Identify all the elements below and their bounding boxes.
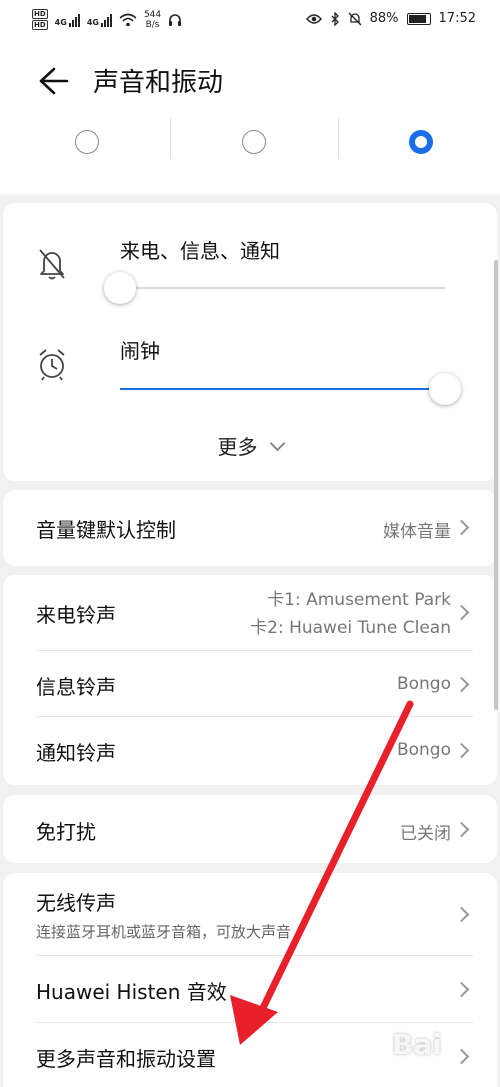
message-ringtone-row[interactable]: 信息铃声 Bongo (3, 651, 497, 717)
wireless-label: 无线传声 (36, 891, 116, 915)
notification-ringtone-row[interactable]: 通知铃声 Bongo (3, 717, 497, 783)
call-ringtone-row[interactable]: 来电铃声 卡1: Amusement Park 卡2: Huawei Tune … (3, 575, 497, 651)
wireless-subtitle: 连接蓝牙耳机或蓝牙音箱，可放大声音 (36, 923, 292, 941)
signal-sim1-icon: 4G (55, 13, 80, 27)
title-bar: 声音和振动 (0, 42, 500, 120)
bluetooth-icon (331, 11, 339, 26)
ring-volume-track[interactable] (120, 287, 445, 289)
dnd-value: 已关闭 (400, 824, 451, 844)
clock: 17:52 (438, 11, 476, 26)
more-volume-button[interactable]: 更多 (3, 431, 497, 460)
chevron-right-icon (453, 676, 470, 693)
network-speed: 544 B/s (143, 9, 162, 30)
histen-row[interactable]: Huawei Histen 音效 (3, 956, 497, 1022)
ring-volume-thumb[interactable] (104, 272, 136, 304)
chevron-right-icon (453, 604, 470, 621)
chevron-right-icon (453, 906, 470, 923)
volume-key-row[interactable]: 音量键默认控制 媒体音量 (3, 490, 497, 566)
divider (338, 118, 339, 158)
histen-label: Huawei Histen 音效 (36, 980, 227, 1004)
sim2-ringtone: 卡2: Huawei Tune Clean (250, 618, 451, 638)
alarm-volume-fill (120, 388, 445, 390)
volume-card: 来电、信息、通知 闹钟 更多 (3, 203, 497, 481)
ring-volume-label: 来电、信息、通知 (120, 239, 280, 263)
back-arrow-icon[interactable] (36, 64, 70, 98)
ringtones-card: 来电铃声 卡1: Amusement Park 卡2: Huawei Tune … (3, 575, 497, 785)
dnd-label: 免打扰 (36, 820, 96, 844)
dnd-card: 免打扰 已关闭 (3, 795, 497, 863)
sound-mode-radio-1[interactable] (75, 130, 99, 154)
volume-key-value: 媒体音量 (383, 522, 451, 542)
bell-off-icon (39, 249, 65, 280)
sound-mode-radio-3[interactable] (409, 130, 433, 154)
alarm-volume-thumb[interactable] (429, 373, 461, 405)
chevron-down-icon (269, 435, 285, 452)
headset-icon (169, 13, 182, 26)
chevron-right-icon (453, 742, 470, 759)
sound-mode-radio-2[interactable] (242, 130, 266, 154)
chevron-right-icon (453, 821, 470, 838)
scrollbar[interactable] (494, 260, 498, 710)
sim1-ringtone: 卡1: Amusement Park (267, 590, 451, 610)
chevron-right-icon (453, 519, 470, 536)
volume-key-card: 音量键默认控制 媒体音量 (3, 490, 497, 566)
hd-badge: HD (32, 20, 48, 30)
more-label: 更多 (217, 435, 258, 459)
baidu-watermark-sub: jingyan (418, 1062, 455, 1073)
page-title: 声音和振动 (93, 68, 224, 98)
baidu-watermark: Bai (392, 1028, 442, 1061)
eye-icon (305, 13, 322, 24)
notification-ringtone-label: 通知铃声 (36, 741, 116, 765)
dnd-row[interactable]: 免打扰 已关闭 (3, 795, 497, 863)
hd-badge: HD (32, 9, 48, 19)
battery-icon (406, 12, 431, 25)
more-sound-settings-label: 更多声音和振动设置 (36, 1047, 216, 1071)
hd-indicator: HD HD (32, 9, 48, 30)
volume-key-label: 音量键默认控制 (36, 518, 176, 542)
wireless-row[interactable]: 无线传声 连接蓝牙耳机或蓝牙音箱，可放大声音 (3, 873, 497, 955)
signal-sim2-icon: 4G (87, 13, 112, 27)
message-ringtone-label: 信息铃声 (36, 675, 116, 699)
chevron-right-icon (453, 981, 470, 998)
status-bar: HD HD 4G 4G 544 B/s 88% 17:52 (0, 0, 500, 42)
wifi-icon (119, 13, 137, 26)
chevron-right-icon (453, 1048, 470, 1065)
battery-percent: 88% (369, 11, 399, 26)
notification-ringtone-value: Bongo (396, 740, 451, 760)
sound-mode-selector (0, 118, 500, 194)
divider (170, 118, 171, 158)
bell-muted-icon (348, 12, 362, 25)
call-ringtone-value: 卡1: Amusement Park 卡2: Huawei Tune Clean (250, 586, 451, 642)
call-ringtone-label: 来电铃声 (36, 603, 116, 627)
alarm-clock-icon (39, 349, 65, 381)
message-ringtone-value: Bongo (396, 674, 451, 694)
alarm-volume-label: 闹钟 (120, 339, 160, 363)
